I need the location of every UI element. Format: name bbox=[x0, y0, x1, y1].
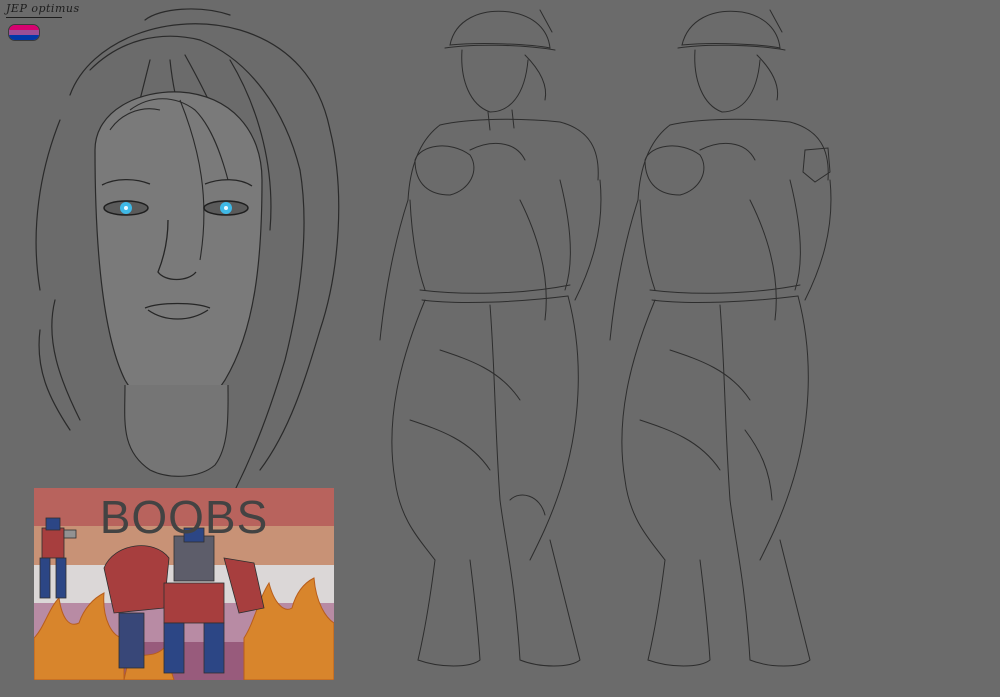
figure-sketch-left bbox=[379, 9, 602, 667]
bisexual-flag-icon bbox=[8, 24, 40, 41]
poster-caption: BOOBS bbox=[99, 491, 269, 543]
portrait-neck bbox=[124, 384, 229, 477]
figure-sketch-right bbox=[609, 9, 832, 667]
robot-figure-large bbox=[103, 527, 265, 674]
flag-stripe-blue bbox=[9, 35, 39, 40]
meme-poster: BOOBS bbox=[34, 488, 334, 680]
artist-signature: JEP optimus bbox=[6, 2, 80, 15]
signature-underline bbox=[6, 17, 62, 18]
portrait-face-skin bbox=[94, 91, 263, 421]
